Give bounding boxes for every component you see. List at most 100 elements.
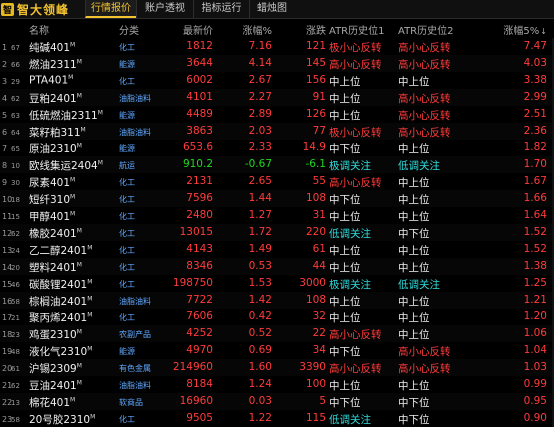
row-amp: 1.20 — [523, 310, 547, 323]
row-chg: 34 — [312, 344, 326, 357]
row-name-text: 聚丙烯2401 — [29, 312, 88, 325]
table-row[interactable]: 17 21 聚丙烯2401M 化工 7606 0.42 32 中上位 中上位 1.20 — [0, 308, 554, 325]
row-category: 油脂油料 — [119, 127, 151, 137]
table-row[interactable]: 14 20 塑料2401M 化工 8346 0.53 44 中上位 中上位 1.38 — [0, 257, 554, 275]
row-name: 鸡蛋2310M — [29, 327, 82, 342]
table-row[interactable]: 22 13 棉花401M 软商品 16960 0.03 5 中下位 中下位 0.95 — [0, 392, 554, 410]
row-name-sup: M — [76, 92, 82, 100]
row-code: 62 — [11, 382, 20, 390]
row-atr2: 高小心反转 — [398, 42, 451, 54]
row-pct: 1.44 — [248, 192, 272, 205]
row-price: 1812 — [186, 40, 213, 52]
tab-account[interactable]: 账户透视 — [136, 0, 193, 18]
row-name-sup: M — [76, 362, 82, 370]
column-header-atr2[interactable]: ATR历史位2 — [398, 22, 453, 37]
column-header-chg[interactable]: 涨跌 — [306, 22, 326, 37]
row-amp: 1.04 — [523, 344, 547, 357]
row-code: 29 — [11, 77, 20, 86]
table-row[interactable]: 18 23 鸡蛋2310M 农副产品 4252 0.52 22 高小心反转 中上位 1.06 — [0, 325, 554, 343]
row-name-sup: M — [97, 109, 103, 117]
column-header-category[interactable]: 分类 — [119, 22, 139, 37]
row-pct: 2.65 — [248, 175, 272, 188]
row-atr2: 低调关注 — [398, 278, 440, 291]
table-row[interactable]: 21 62 豆油2401M 油脂油料 8184 1.24 100 中上位 中上位 0.99 — [0, 376, 554, 393]
row-amp: 1.64 — [523, 209, 547, 221]
row-atr2: 中上位 — [398, 329, 430, 342]
column-header-name[interactable]: 名称 — [29, 22, 49, 37]
row-amp: 1.06 — [523, 327, 547, 340]
row-name-text: 沪锡2309 — [29, 363, 77, 376]
column-header-amp[interactable]: 涨幅5%↓ — [503, 22, 547, 37]
row-chg: 32 — [312, 310, 326, 323]
row-pct: 1.24 — [248, 378, 272, 390]
row-atr2: 中上位 — [398, 380, 430, 392]
table-row[interactable]: 4 62 豆粕2401M 油脂油料 4101 2.27 91 中上位 高小心反转 2.99 — [0, 88, 554, 106]
table-row[interactable]: 9 30 尿素401M 化工 2131 2.65 55 高小心反转 中上位 1.67 — [0, 173, 554, 190]
row-category: 农副产品 — [119, 330, 151, 340]
column-header-price[interactable]: 最新价 — [183, 22, 213, 37]
table-row[interactable]: 3 29 PTA401M 化工 6002 2.67 156 中上位 中上位 3.38 — [0, 72, 554, 89]
app-logo: 智 智大领峰 — [1, 0, 69, 18]
row-amp: 1.82 — [523, 141, 547, 154]
row-atr1: 极调关注 — [329, 278, 371, 291]
row-chg: 108 — [305, 192, 326, 205]
row-amp: 3.38 — [523, 73, 547, 86]
table-row[interactable]: 5 63 低硫燃油2311M 能源 4489 2.89 126 中上位 高小心反转 2.51 — [0, 106, 554, 123]
row-amp: 1.67 — [523, 175, 547, 188]
column-header-atr1[interactable]: ATR历史位1 — [329, 22, 384, 37]
row-category: 化工 — [119, 279, 135, 289]
row-name: 菜籽粕311M — [29, 125, 86, 140]
row-atr1: 极调关注 — [329, 160, 371, 173]
table-row[interactable]: 2 66 燃油2311M 能源 3644 4.14 145 高小心反转 高小心反转 4.03 — [0, 54, 554, 72]
top-bar: 智 智大领峰 行情报价 账户透视 指标运行 蜡烛图 — [0, 0, 554, 19]
row-code: 61 — [11, 365, 20, 374]
table-row[interactable]: 20 61 沪锡2309M 有色金属 214960 1.60 3390 高小心反转 高小心反转 1… — [0, 359, 554, 377]
row-price: 2480 — [186, 209, 213, 221]
table-row[interactable]: 23 58 20号胶2310M 化工 9505 1.22 115 低调关注 中下位 0.90 — [0, 410, 554, 427]
table-row[interactable]: 11 15 甲醇401M 化工 2480 1.27 31 中上位 中上位 1.64 — [0, 207, 554, 224]
row-name-text: 短纤310 — [29, 194, 71, 207]
row-index: 1 — [2, 43, 8, 52]
row-name: 沪锡2309M — [29, 361, 82, 376]
table-row[interactable]: 6 64 菜籽粕311M 油脂油料 3863 2.03 77 极小心反转 高小心反转 2.36 — [0, 122, 554, 140]
row-atr2: 高小心反转 — [398, 126, 451, 139]
row-name-sup: M — [97, 159, 103, 167]
row-category: 化工 — [119, 245, 135, 255]
row-price: 3863 — [186, 124, 213, 137]
row-pct: 0.52 — [248, 327, 272, 340]
row-name-sup: M — [87, 295, 93, 302]
row-price: 13015 — [179, 225, 213, 238]
row-name-text: 原油2310 — [29, 143, 77, 156]
table-row[interactable]: 10 18 短纤310M 化工 7596 1.44 108 中下位 中上位 1.66 — [0, 190, 554, 208]
row-pct: 1.42 — [248, 293, 272, 306]
row-atr1: 低调关注 — [329, 413, 371, 426]
row-atr1: 极小心反转 — [329, 42, 382, 54]
row-price: 7606 — [186, 310, 213, 323]
table-row[interactable]: 12 62 橡胶2401M 化工 13015 1.72 220 低调关注 中下位 1.52 — [0, 223, 554, 241]
table-row[interactable]: 16 58 棕榈油2401M 油脂油料 7722 1.42 108 中上位 中上位 1.21 — [0, 291, 554, 309]
row-atr2: 中上位 — [398, 177, 430, 190]
tab-indicators[interactable]: 指标运行 — [193, 0, 249, 18]
table-row[interactable]: 13 24 乙二醇2401M 化工 4143 1.49 61 中上位 中上位 1.52 — [0, 241, 554, 258]
row-pct: 1.27 — [248, 209, 272, 221]
table-row[interactable]: 7 65 原油2310M 能源 653.6 2.33 14.9 中下位 中上位 1.82 — [0, 139, 554, 156]
column-header-pct[interactable]: 涨幅% — [242, 22, 272, 37]
table-row[interactable]: 8 10 欧线集运2404M 航运 910.2 -0.67 -6.1 极调关注 低调关注 1.70 — [0, 156, 554, 174]
row-chg: 31 — [312, 209, 326, 221]
row-name: 橡胶2401M — [29, 226, 82, 241]
tab-quotes[interactable]: 行情报价 — [85, 0, 136, 18]
row-atr2: 高小心反转 — [398, 363, 451, 376]
row-amp: 7.47 — [523, 40, 547, 52]
table-row[interactable]: 15 46 碳酸锂2401M 化工 198750 1.53 3000 极调关注 低调关注 1.25 — [0, 275, 554, 292]
row-atr2: 中下位 — [398, 396, 430, 409]
row-atr1: 中上位 — [329, 261, 361, 274]
sort-down-icon: ↓ — [540, 27, 547, 36]
row-amp: 1.25 — [523, 276, 547, 289]
row-name-text: 燃油2311 — [29, 58, 77, 71]
row-name-sup: M — [90, 413, 96, 421]
table-row[interactable]: 1 67 纯碱401M 化工 1812 7.16 121 极小心反转 高小心反转 7.47 — [0, 38, 554, 55]
tab-candlestick[interactable]: 蜡烛图 — [249, 0, 294, 18]
row-name-text: 棉花401 — [29, 396, 71, 409]
row-name-text: 低硫燃油2311 — [29, 109, 98, 122]
table-row[interactable]: 19 48 液化气2310M 能源 4970 0.69 34 中下位 高小心反转 1.04 — [0, 342, 554, 359]
